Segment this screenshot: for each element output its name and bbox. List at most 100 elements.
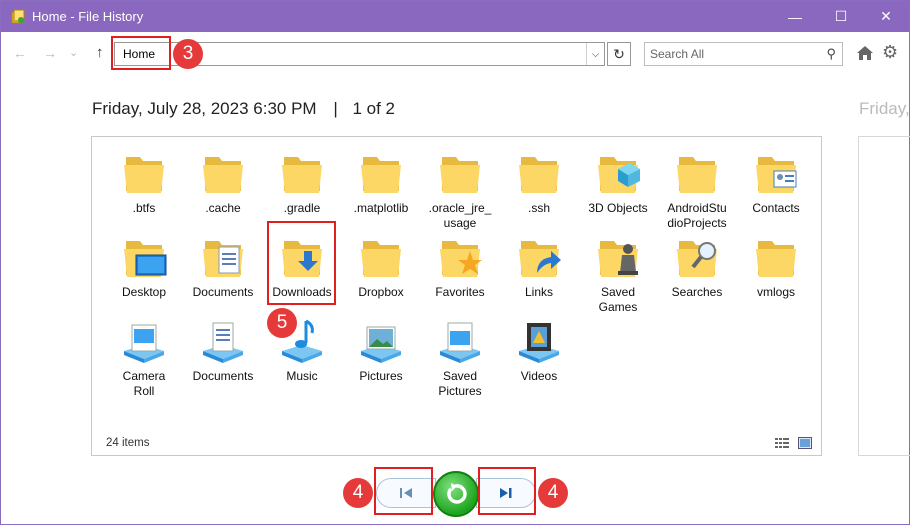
file-item-label: 3D Objects (588, 201, 648, 215)
folder-links-icon (519, 241, 561, 277)
file-item-label: Camera Roll (122, 369, 166, 398)
file-item-label: Pictures (359, 369, 403, 383)
next-snapshot-pane (858, 136, 910, 456)
library-camera-icon (124, 324, 164, 363)
file-item[interactable]: Videos (499, 317, 579, 384)
refresh-button[interactable]: ↻ (607, 42, 631, 66)
maximize-button[interactable]: ☐ (818, 1, 864, 32)
file-item[interactable]: 3D Objects (578, 149, 658, 216)
back-button[interactable]: ← (13, 45, 27, 61)
close-button[interactable]: ✕ (863, 1, 909, 32)
file-item-label: Saved Pictures (438, 369, 482, 398)
chevron-down-icon: ⌵ (591, 48, 600, 60)
folder-icon (361, 241, 401, 277)
file-item[interactable]: vmlogs (736, 233, 816, 300)
next-snapshot-date[interactable]: Friday, (859, 99, 910, 119)
home-icon[interactable] (856, 44, 874, 62)
next-highlight (478, 467, 536, 515)
file-item[interactable]: .oracle_jre_ usage (420, 149, 500, 231)
file-item-label: Links (524, 285, 553, 299)
annotation-badge-4-left: 4 (343, 478, 373, 508)
title-bar: Home - File History — ☐ ✕ (1, 1, 909, 32)
folder-icon (756, 241, 796, 277)
file-history-app-icon (11, 9, 25, 24)
snapshot-header: Friday, July 28, 2023 6:30 PM | 1 of 2 (92, 99, 395, 119)
window-title: Home - File History (32, 9, 144, 24)
downloads-highlight (267, 221, 336, 305)
snapshot-date: Friday, July 28, 2023 6:30 PM (92, 99, 317, 118)
file-item-label: vmlogs (756, 285, 795, 299)
file-item-label: .cache (205, 201, 241, 215)
file-item-label: Documents (192, 285, 254, 299)
file-item[interactable]: Dropbox (341, 233, 421, 300)
gear-icon[interactable]: ⚙ (882, 42, 898, 63)
file-item-label: .oracle_jre_ usage (428, 201, 492, 230)
snapshot-separator: | (333, 99, 338, 118)
address-highlight (111, 36, 171, 70)
search-placeholder: Search All (650, 47, 705, 61)
file-item-label: .matplotlib (353, 201, 409, 215)
folder-desktop-icon (124, 241, 167, 277)
large-icons-view-icon[interactable] (798, 437, 812, 449)
folder-icon (440, 157, 480, 193)
file-item[interactable]: .gradle (262, 149, 342, 216)
file-item-label: .ssh (527, 201, 550, 215)
folder-contacts-icon (756, 157, 797, 193)
file-item[interactable]: Saved Pictures (420, 317, 500, 399)
file-item[interactable]: AndroidStu dioProjects (657, 149, 737, 231)
forward-button[interactable]: → (43, 45, 57, 61)
file-history-window: Home - File History — ☐ ✕ ← → ⌄ ↑ Home ⌵… (0, 0, 910, 525)
restore-button[interactable] (433, 471, 479, 517)
folder-3d-icon (598, 157, 640, 193)
file-item[interactable]: Camera Roll (104, 317, 184, 399)
previous-highlight (374, 467, 433, 515)
file-item[interactable]: .matplotlib (341, 149, 421, 216)
minimize-button[interactable]: — (772, 1, 818, 32)
file-item-label: Videos (520, 369, 558, 383)
minimize-icon: — (788, 8, 802, 25)
folder-searches-icon (677, 241, 717, 277)
file-item[interactable]: Documents (183, 317, 263, 384)
library-documents-icon (203, 322, 243, 363)
file-item[interactable]: Pictures (341, 317, 421, 384)
folder-games-icon (598, 241, 638, 277)
file-item[interactable]: Contacts (736, 149, 816, 216)
restore-icon (447, 483, 467, 504)
library-videos-icon (519, 323, 559, 363)
file-item-label: Saved Games (598, 285, 638, 314)
address-dropdown-button[interactable]: ⌵ (586, 43, 604, 65)
file-item-label: Documents (192, 369, 254, 383)
file-item[interactable]: .ssh (499, 149, 579, 216)
items-count: 24 items (106, 437, 150, 449)
file-item-label: AndroidStu dioProjects (667, 201, 727, 230)
files-pane: 24 items .btfs .cache .gradle .matplotli… (91, 136, 822, 456)
file-item[interactable]: .cache (183, 149, 263, 216)
file-item[interactable]: Searches (657, 233, 737, 300)
file-item-label: .btfs (132, 201, 156, 215)
refresh-icon: ↻ (613, 45, 625, 62)
file-item-label: Dropbox (358, 285, 404, 299)
close-icon: ✕ (880, 8, 892, 24)
maximize-icon: ☐ (834, 8, 848, 24)
library-saved-pictures-icon (440, 322, 480, 363)
file-item-label: Music (286, 369, 318, 383)
file-item-label: Favorites (435, 285, 485, 299)
file-item-label: .gradle (283, 201, 321, 215)
file-item[interactable]: Saved Games (578, 233, 658, 315)
file-item[interactable]: Favorites (420, 233, 500, 300)
file-item[interactable]: Documents (183, 233, 263, 300)
library-pictures-icon (361, 326, 401, 363)
file-item[interactable]: Links (499, 233, 579, 300)
details-view-icon[interactable] (775, 437, 789, 449)
file-item[interactable]: Desktop (104, 233, 184, 300)
up-button[interactable]: ↑ (96, 44, 104, 61)
recent-locations-button[interactable]: ⌄ (69, 46, 78, 59)
file-item[interactable]: .btfs (104, 149, 184, 216)
search-box[interactable]: Search All ⚲ (644, 42, 843, 66)
folder-icon (677, 157, 717, 193)
folder-favorites-icon (440, 241, 482, 277)
snapshot-page: 1 of 2 (352, 99, 396, 118)
annotation-badge-5: 5 (267, 308, 297, 338)
file-item-label: Desktop (121, 285, 167, 299)
search-icon: ⚲ (826, 46, 836, 61)
